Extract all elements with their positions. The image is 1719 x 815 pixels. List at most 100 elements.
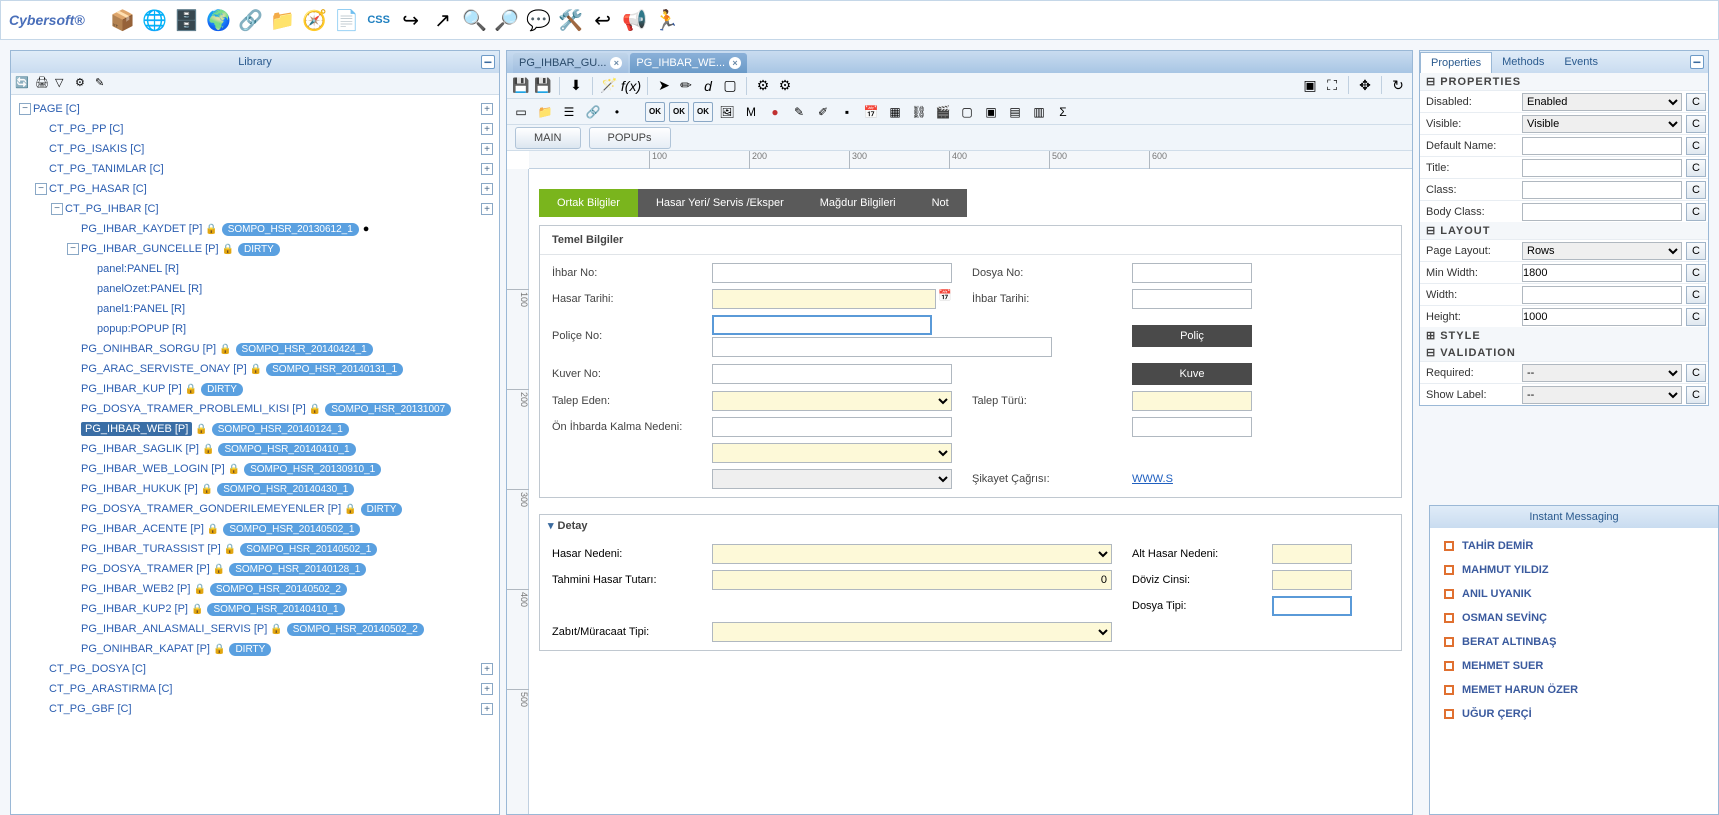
im-user[interactable]: BERAT ALTINBAŞ [1440,630,1708,654]
tree-node[interactable]: CT_PG_ISAKIS [C] + [13,139,497,159]
collapse-icon[interactable]: ▾ [548,519,554,532]
im-user[interactable]: MEMET HARUN ÖZER [1440,678,1708,702]
tree-label[interactable]: PG_IHBAR_TURASSIST [P] [81,543,221,555]
announce-icon[interactable]: 📢 [621,6,649,34]
min-width-input[interactable] [1522,264,1682,282]
editor-tab[interactable]: PG_IHBAR_WE...× [630,53,747,73]
minus-icon[interactable]: ⊟ [1426,346,1436,359]
default-name-input[interactable] [1522,137,1682,155]
on-ihbar-input[interactable] [712,417,952,437]
compass-icon[interactable]: 🧭 [301,6,329,34]
tree-node[interactable]: PG_IHBAR_KUP [P]🔒DIRTY [13,379,497,399]
tree-node[interactable]: popup:POPUP [R] [13,319,497,339]
tree-node[interactable]: PG_IHBAR_KAYDET [P]🔒SOMPO_HSR_20130612_1… [13,219,497,239]
tree-label[interactable]: PG_IHBAR_ACENTE [P] [81,523,204,535]
tree-label[interactable]: PG_IHBAR_GUNCELLE [P] [81,243,219,255]
db-icon[interactable]: 🗄️ [173,6,201,34]
rec-icon[interactable]: ● [765,102,785,122]
ihbar-tarihi-input[interactable] [1132,289,1252,309]
tree-node[interactable]: CT_PG_DOSYA [C] + [13,659,497,679]
alt-hasar-input[interactable] [1272,544,1352,564]
extra-select2[interactable] [712,469,952,489]
close-icon[interactable]: × [729,57,741,69]
fx-icon[interactable]: f(x) [621,76,641,96]
library-collapse-button[interactable]: − [481,55,495,69]
lib-refresh-icon[interactable]: 🔄 [15,76,31,92]
tools-icon[interactable]: 🛠️ [557,6,585,34]
lib-filter-icon[interactable]: ▽ [55,76,71,92]
cube-icon[interactable]: 📦 [109,6,137,34]
kuver-no-input[interactable] [712,364,952,384]
hasar-nedeni-select[interactable] [712,544,1112,564]
image-icon[interactable]: 🖼 [717,102,737,122]
add-icon[interactable]: + [481,143,493,155]
hasar-tarihi-input[interactable] [712,289,936,309]
select-icon[interactable]: ▢ [720,76,740,96]
expand-icon[interactable]: − [67,243,79,255]
add-icon[interactable]: + [481,663,493,675]
tree-label[interactable]: PG_IHBAR_WEB [P] [81,422,192,436]
pen1-icon[interactable]: ✎ [789,102,809,122]
pen2-icon[interactable]: ✐ [813,102,833,122]
box3-icon[interactable]: ▤ [1005,102,1025,122]
tree-label[interactable]: PG_DOSYA_TRAMER_PROBLEMLI_KISI [P] [81,403,306,415]
tree-label[interactable]: PG_ONIHBAR_SORGU [P] [81,343,216,355]
tree-node[interactable]: CT_PG_ARASTIRMA [C]+ [13,679,497,699]
tree-node[interactable]: PG_IHBAR_WEB [P]🔒SOMPO_HSR_20140124_1 [13,419,497,439]
flag-icon[interactable]: ▪ [837,102,857,122]
extra-select1[interactable] [712,443,952,463]
tree-label[interactable]: CT_PG_DOSYA [C] [49,663,146,675]
zoom-doc-icon[interactable]: 🔍 [461,6,489,34]
d-icon[interactable]: d [698,76,718,96]
tree-node[interactable]: −CT_PG_HASAR [C]+ [13,179,497,199]
editor-tab[interactable]: PG_IHBAR_GU...× [513,53,628,73]
tree-label[interactable]: PG_ONIHBAR_KAPAT [P] [81,643,210,655]
police-no-input2[interactable] [712,337,1052,357]
tree-label[interactable]: CT_PG_ISAKIS [C] [49,143,144,155]
tree-label[interactable]: panel1:PANEL [R] [97,303,185,315]
tree-label[interactable]: PG_IHBAR_KUP2 [P] [81,603,188,615]
library-tree[interactable]: −PAGE [C]+CT_PG_PP [C]+CT_PG_ISAKIS [C]+… [11,95,499,814]
c-button[interactable]: C [1686,181,1706,199]
tree-label[interactable]: PG_IHBAR_SAGLIK [P] [81,443,199,455]
tree-node[interactable]: PG_IHBAR_KUP2 [P]🔒SOMPO_HSR_20140410_1 [13,599,497,619]
save-all-icon[interactable]: 💾 [533,76,553,96]
gear2-icon[interactable]: ⚙ [775,76,795,96]
ihbar-no-input[interactable] [712,263,952,283]
tree-label[interactable]: PG_IHBAR_WEB_LOGIN [P] [81,463,225,475]
tree-node[interactable]: PG_IHBAR_SAGLIK [P]🔒SOMPO_HSR_20140410_1 [13,439,497,459]
subtab-main[interactable]: MAIN [515,127,581,149]
tree-node[interactable]: PG_IHBAR_ANLASMALI_SERVIS [P]🔒SOMPO_HSR_… [13,619,497,639]
css-icon[interactable]: CSS [365,6,393,34]
tree-label[interactable]: CT_PG_HASAR [C] [49,183,147,195]
cal-icon[interactable]: 📅 [861,102,881,122]
zabit-select[interactable] [712,622,1112,642]
box1-icon[interactable]: ▢ [957,102,977,122]
lib-settings-icon[interactable]: ⚙ [75,76,91,92]
ok2-icon[interactable]: OK [669,102,689,122]
minus-icon[interactable]: ⊟ [1426,75,1436,88]
c-button[interactable]: C [1686,203,1706,221]
tree-label[interactable]: popup:POPUP [R] [97,323,186,335]
tree-label[interactable]: CT_PG_GBF [C] [49,703,132,715]
police-button[interactable]: Poliç [1132,325,1252,347]
gear-icon[interactable]: ⚙ [753,76,773,96]
ok3-icon[interactable]: OK [693,102,713,122]
expand-icon[interactable]: − [35,183,47,195]
world-icon[interactable]: 🌍 [205,6,233,34]
c-button[interactable]: C [1686,137,1706,155]
tree-node[interactable]: panelOzet:PANEL [R] [13,279,497,299]
tree-label[interactable]: panelOzet:PANEL [R] [97,283,202,295]
add-icon[interactable]: + [481,163,493,175]
c-button[interactable]: C [1686,364,1706,382]
add-icon[interactable]: + [481,703,493,715]
talep-eden-select[interactable] [712,391,952,411]
c-button[interactable]: C [1686,286,1706,304]
tree-node[interactable]: PG_IHBAR_ACENTE [P]🔒SOMPO_HSR_20140502_1 [13,519,497,539]
tree-label[interactable]: PG_IHBAR_ANLASMALI_SERVIS [P] [81,623,267,635]
minus-icon[interactable]: ⊟ [1426,224,1436,237]
class-input[interactable] [1522,181,1682,199]
disabled-select[interactable]: Enabled [1522,93,1682,111]
box4-icon[interactable]: ▥ [1029,102,1049,122]
tree-label[interactable]: PG_IHBAR_KUP [P] [81,383,182,395]
